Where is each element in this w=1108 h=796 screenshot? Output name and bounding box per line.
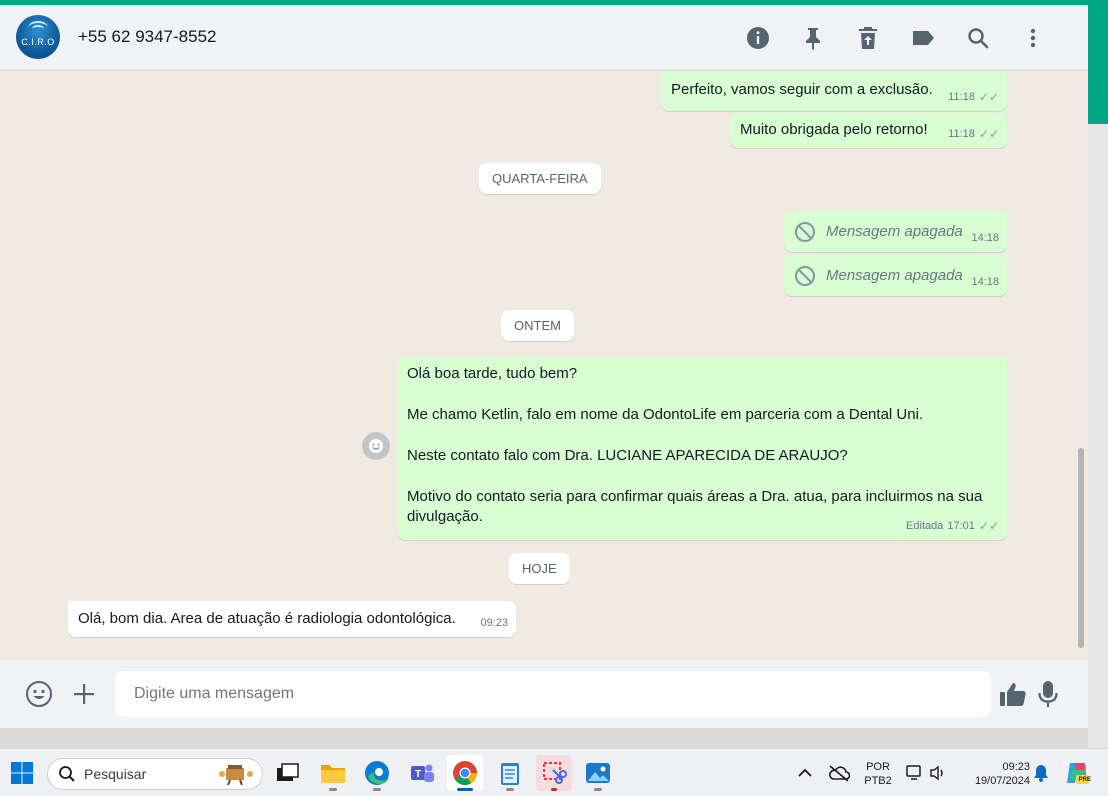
edge-icon[interactable] <box>359 755 395 791</box>
notepad-icon[interactable] <box>492 755 528 791</box>
running-indicator <box>373 788 381 791</box>
message-meta: Editada 17:01 ✓✓ <box>906 516 999 536</box>
read-ticks-icon: ✓✓ <box>978 519 999 533</box>
read-ticks-icon: ✓✓ <box>978 127 999 141</box>
emoji-reaction-button[interactable] <box>362 432 390 460</box>
task-view-icon[interactable] <box>270 755 306 791</box>
message-text: Muito obrigada pelo retorno! <box>740 121 928 138</box>
date-separator: QUARTA-FEIRA <box>479 163 601 194</box>
active-indicator <box>457 788 473 791</box>
blocked-icon <box>795 222 815 242</box>
label-icon[interactable] <box>895 21 950 55</box>
message-meta: 11:18 ✓✓ <box>948 124 999 144</box>
info-icon[interactable] <box>730 21 785 55</box>
message-text: Perfeito, vamos seguir com a exclusão. <box>671 81 933 98</box>
message-text: Olá, bom dia. Area de atuação é radiolog… <box>78 610 456 627</box>
chat-header: C.I.R.O +55 62 9347-8552 <box>0 5 1088 70</box>
photos-icon[interactable] <box>580 755 616 791</box>
cloud-off-icon[interactable] <box>824 755 854 791</box>
teams-icon[interactable]: T <box>404 755 440 791</box>
network-icon[interactable] <box>903 755 927 791</box>
chrome-icon[interactable] <box>447 755 483 791</box>
avatar[interactable]: C.I.R.O <box>16 15 60 59</box>
date-separator: ONTEM <box>501 310 574 341</box>
message-deleted[interactable]: Mensagem apagada 14:18 <box>784 255 1007 296</box>
window-side-gutter <box>1088 124 1108 748</box>
notification-bell-icon[interactable] <box>1029 755 1053 791</box>
emoji-icon[interactable] <box>22 677 56 711</box>
header-actions <box>730 21 1060 55</box>
taskbar-search[interactable]: Pesquisar <box>47 758 263 790</box>
snipping-tool-icon[interactable] <box>536 755 572 791</box>
message-outgoing[interactable]: Perfeito, vamos seguir com a exclusão. 1… <box>661 71 1007 111</box>
running-indicator <box>506 788 514 791</box>
message-time: 17:01 <box>947 520 975 532</box>
message-body: Olá boa tarde, tudo bem? Me chamo Ketlin… <box>407 364 1001 527</box>
message-meta: 14:18 <box>971 228 999 248</box>
running-indicator <box>594 788 602 791</box>
keyboard-layout: PTB2 <box>864 775 892 787</box>
message-deleted[interactable]: Mensagem apagada 14:18 <box>784 211 1007 252</box>
attach-plus-icon[interactable] <box>67 677 101 711</box>
message-outgoing[interactable]: Muito obrigada pelo retorno! 11:18 ✓✓ <box>730 113 1007 148</box>
running-indicator <box>551 788 557 791</box>
volume-icon[interactable] <box>926 755 950 791</box>
copilot-badge: PRE <box>1078 777 1091 783</box>
contact-name[interactable]: +55 62 9347-8552 <box>78 27 217 47</box>
deleted-text: Mensagem apagada <box>826 267 963 284</box>
windows-start-icon[interactable] <box>4 755 40 791</box>
windows-taskbar: Pesquisar T POR PTB2 09:23 19/07/2024 PR… <box>0 748 1108 796</box>
chat-area[interactable]: Perfeito, vamos seguir com a exclusão. 1… <box>0 71 1088 660</box>
more-icon[interactable] <box>1005 21 1060 55</box>
clock-time: 09:23 <box>1002 761 1030 773</box>
clock[interactable]: 09:23 19/07/2024 <box>960 760 1030 788</box>
message-meta: 09:23 <box>480 613 508 633</box>
search-icon <box>59 766 75 782</box>
message-time: 09:23 <box>480 617 508 629</box>
deleted-row: Mensagem apagada <box>794 221 963 243</box>
copilot-icon[interactable]: PRE <box>1060 755 1094 791</box>
message-time: 11:18 <box>948 91 975 103</box>
date-separator: HOJE <box>509 553 570 584</box>
deleted-row: Mensagem apagada <box>794 265 963 287</box>
microphone-icon[interactable] <box>1031 677 1065 711</box>
chevron-up-icon[interactable] <box>790 755 820 791</box>
message-outgoing-long[interactable]: Olá boa tarde, tudo bem? Me chamo Ketlin… <box>397 357 1007 540</box>
message-meta: 14:18 <box>971 272 999 292</box>
search-icon[interactable] <box>950 21 1005 55</box>
scrollbar[interactable] <box>1078 448 1084 648</box>
edited-label: Editada <box>906 520 944 532</box>
message-time: 14:18 <box>971 232 999 244</box>
blocked-icon <box>795 266 815 286</box>
taskbar-search-label: Pesquisar <box>84 766 147 782</box>
avatar-arc-inner <box>32 25 44 33</box>
message-line: Olá boa tarde, tudo bem? <box>407 365 578 382</box>
file-explorer-icon[interactable] <box>315 755 351 791</box>
input-language[interactable]: POR PTB2 <box>860 760 896 788</box>
thumbs-up-icon[interactable] <box>996 677 1030 711</box>
message-meta: 11:18 ✓✓ <box>948 87 999 107</box>
pin-icon[interactable] <box>785 21 840 55</box>
avatar-logo-text: C.I.R.O <box>21 37 55 47</box>
language-code: POR <box>866 761 890 773</box>
message-input[interactable] <box>115 671 991 717</box>
message-time: 14:18 <box>971 276 999 288</box>
delete-icon[interactable] <box>840 21 895 55</box>
message-line: Me chamo Ketlin, falo em nome da OdontoL… <box>407 406 924 423</box>
window-accent-side <box>1088 5 1108 124</box>
svg-text:T: T <box>415 769 421 780</box>
message-incoming[interactable]: Olá, bom dia. Area de atuação é radiolog… <box>68 601 516 637</box>
clock-date: 19/07/2024 <box>974 775 1030 787</box>
message-time: 11:18 <box>948 128 975 140</box>
message-line: Neste contato falo com Dra. LUCIANE APAR… <box>407 447 848 464</box>
composer-bar <box>0 660 1088 728</box>
running-indicator <box>329 788 337 791</box>
deleted-text: Mensagem apagada <box>826 223 963 240</box>
smile-icon <box>369 439 383 453</box>
search-highlight-icon <box>216 762 256 786</box>
read-ticks-icon: ✓✓ <box>978 90 999 104</box>
